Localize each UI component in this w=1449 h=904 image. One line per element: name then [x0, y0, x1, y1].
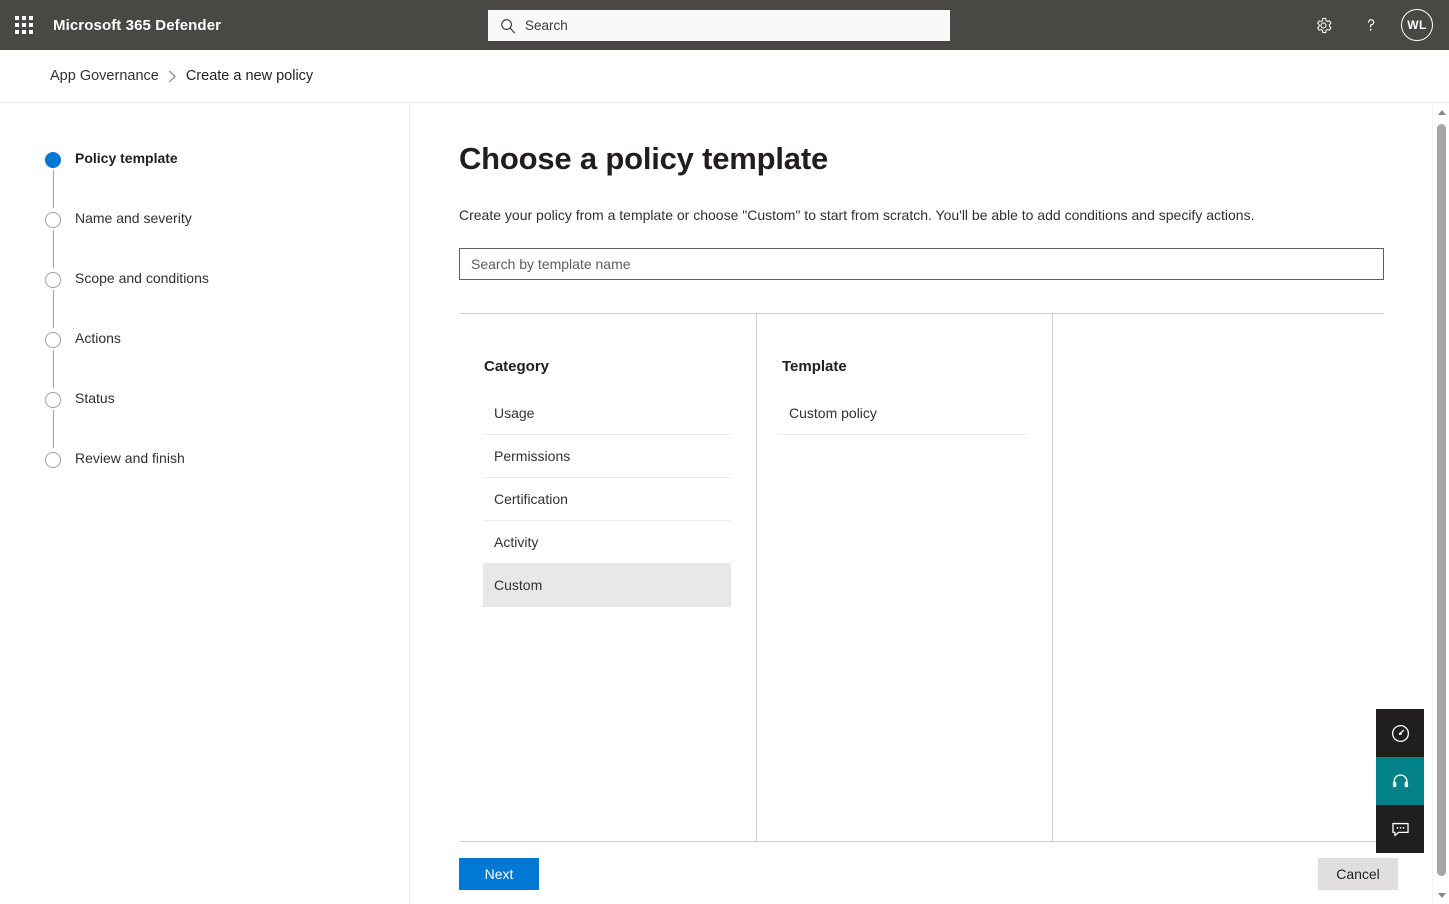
- help-icon[interactable]: [1349, 3, 1393, 47]
- step-indicator-icon: [45, 452, 61, 468]
- wizard-step-scope-and-conditions[interactable]: Scope and conditions: [0, 268, 409, 328]
- app-launcher-grid: [15, 16, 33, 34]
- category-list: Usage Permissions Certification Activity…: [459, 392, 756, 607]
- page-scrollbar[interactable]: [1432, 104, 1449, 904]
- category-item-label: Permissions: [494, 447, 571, 464]
- template-item-label: Custom policy: [789, 404, 877, 421]
- dashboard-gauge-icon[interactable]: [1376, 709, 1424, 757]
- template-picker-panel: Category Usage Permissions Certification…: [459, 312, 1384, 842]
- gear-icon[interactable]: [1301, 3, 1345, 47]
- step-connector: [52, 170, 54, 208]
- category-item-label: Usage: [494, 404, 535, 421]
- floating-widget-rail: [1376, 709, 1424, 853]
- next-button[interactable]: Next: [459, 858, 539, 890]
- template-search-input[interactable]: Search by template name: [459, 247, 1384, 280]
- suite-header: Microsoft 365 Defender Search WL: [0, 0, 1449, 50]
- template-item-custom-policy[interactable]: Custom policy: [778, 392, 1027, 435]
- app-root: Microsoft 365 Defender Search WL App Gov…: [0, 0, 1449, 904]
- page-title: Choose a policy template: [459, 141, 829, 176]
- template-list: Custom policy: [757, 392, 1052, 435]
- step-indicator-icon: [45, 392, 61, 408]
- wizard-step-label: Actions: [75, 330, 121, 346]
- category-heading: Category: [484, 357, 550, 375]
- breadcrumb-item-create-a-new-policy[interactable]: Create a new policy: [186, 68, 313, 84]
- wizard-stepper: Policy template Name and severity Scope …: [0, 104, 410, 904]
- template-heading: Template: [782, 357, 847, 375]
- wizard-footer: Next Cancel: [411, 844, 1438, 904]
- category-item-custom[interactable]: Custom: [483, 563, 731, 607]
- category-item-label: Activity: [494, 533, 539, 550]
- template-detail-column: [1053, 314, 1384, 841]
- category-item-usage[interactable]: Usage: [483, 392, 731, 435]
- category-item-label: Certification: [494, 490, 568, 507]
- suite-header-actions: WL: [1301, 0, 1441, 50]
- wizard-step-status[interactable]: Status: [0, 388, 409, 448]
- wizard-step-actions[interactable]: Actions: [0, 328, 409, 388]
- wizard-step-review-and-finish[interactable]: Review and finish: [0, 448, 409, 508]
- suite-title: Microsoft 365 Defender: [53, 16, 222, 34]
- app-launcher-icon[interactable]: [0, 0, 48, 50]
- category-item-label: Custom: [494, 576, 543, 593]
- breadcrumb-item-app-governance[interactable]: App Governance: [50, 68, 159, 84]
- main-content: Choose a policy template Create your pol…: [411, 104, 1438, 844]
- template-column: Template Custom policy: [757, 313, 1053, 841]
- chevron-right-icon: [168, 70, 177, 83]
- category-item-permissions[interactable]: Permissions: [483, 435, 731, 478]
- wizard-step-label: Scope and conditions: [75, 270, 209, 286]
- step-indicator-icon: [45, 212, 61, 228]
- wizard-step-label: Status: [75, 390, 115, 406]
- support-headset-icon[interactable]: [1376, 757, 1424, 805]
- category-item-activity[interactable]: Activity: [483, 521, 731, 564]
- step-indicator-icon: [45, 152, 61, 168]
- feedback-chat-icon[interactable]: [1376, 805, 1424, 853]
- breadcrumb: App Governance Create a new policy: [0, 50, 1449, 103]
- step-connector: [52, 350, 54, 388]
- step-connector: [52, 290, 54, 328]
- wizard-step-label: Review and finish: [75, 450, 185, 466]
- step-connector: [52, 230, 54, 268]
- global-search-placeholder: Search: [525, 18, 568, 33]
- scroll-down-arrow-icon[interactable]: [1433, 887, 1449, 904]
- wizard-step-name-and-severity[interactable]: Name and severity: [0, 208, 409, 268]
- cancel-button[interactable]: Cancel: [1318, 858, 1398, 890]
- avatar-initials: WL: [1407, 18, 1427, 32]
- wizard-step-label: Policy template: [75, 150, 178, 166]
- avatar[interactable]: WL: [1401, 9, 1433, 41]
- step-indicator-icon: [45, 332, 61, 348]
- global-search-box[interactable]: Search: [488, 10, 950, 41]
- scrollbar-thumb[interactable]: [1437, 124, 1446, 876]
- template-search-placeholder: Search by template name: [471, 255, 631, 272]
- category-column: Category Usage Permissions Certification…: [459, 313, 757, 841]
- wizard-step-label: Name and severity: [75, 210, 192, 226]
- search-icon: [499, 17, 517, 35]
- step-indicator-icon: [45, 272, 61, 288]
- scroll-up-arrow-icon[interactable]: [1433, 104, 1449, 121]
- page-description: Create your policy from a template or ch…: [459, 207, 1255, 224]
- category-item-certification[interactable]: Certification: [483, 478, 731, 521]
- step-connector: [52, 410, 54, 448]
- wizard-step-policy-template[interactable]: Policy template: [0, 148, 409, 208]
